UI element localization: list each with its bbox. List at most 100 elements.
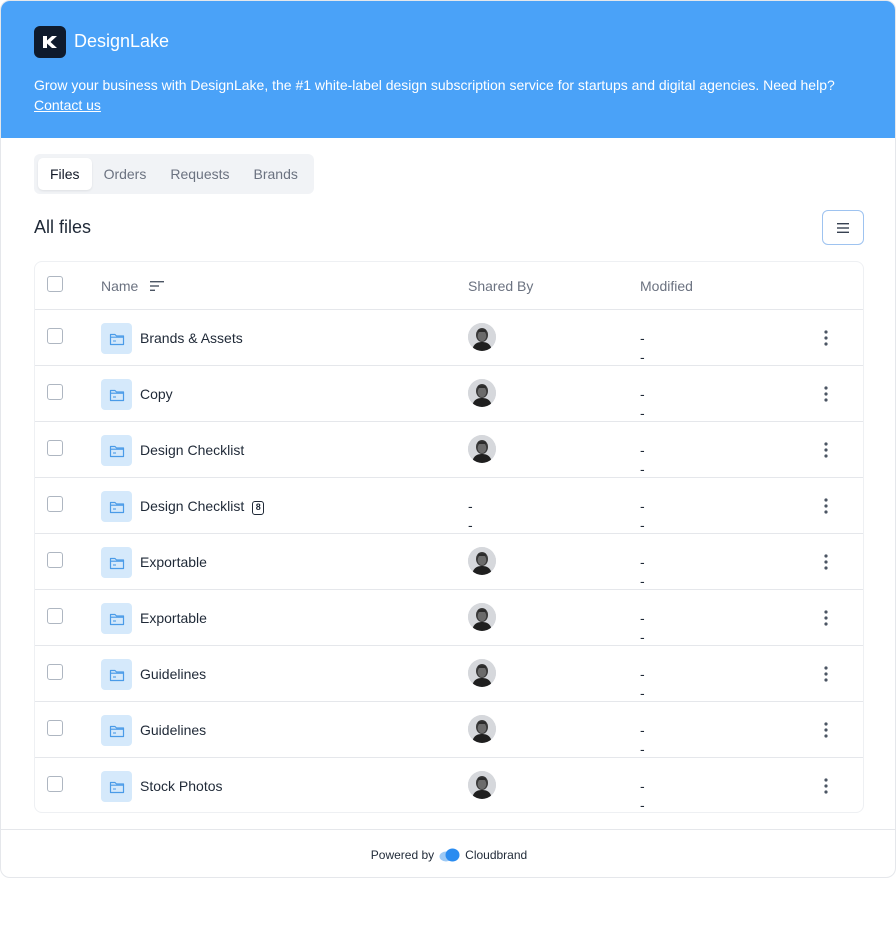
kebab-menu-icon[interactable] xyxy=(816,383,836,405)
row-checkbox[interactable] xyxy=(47,608,63,624)
avatar xyxy=(468,379,496,407)
contact-us-link[interactable]: Contact us xyxy=(34,97,101,113)
avatar xyxy=(468,659,496,687)
modified-value: - xyxy=(640,330,645,346)
folder-icon xyxy=(101,771,132,802)
hamburger-menu-icon xyxy=(837,222,849,233)
kebab-menu-icon[interactable] xyxy=(816,663,836,685)
tab-orders[interactable]: Orders xyxy=(92,158,159,190)
kebab-menu-icon[interactable] xyxy=(816,719,836,741)
modified-value: - xyxy=(640,442,645,458)
column-header-name-label: Name xyxy=(101,278,139,294)
kebab-menu-icon[interactable] xyxy=(816,327,836,349)
table-row[interactable]: Stock Photos - - xyxy=(35,758,863,813)
cloudbrand-name: Cloudbrand xyxy=(465,847,528,862)
cloudbrand-logo-icon xyxy=(439,848,460,861)
kebab-menu-icon[interactable] xyxy=(816,439,836,461)
folder-icon xyxy=(101,379,132,410)
row-checkbox[interactable] xyxy=(47,720,63,736)
table-row[interactable]: Design Checklist - - xyxy=(35,422,863,478)
modified-value: - xyxy=(640,610,645,626)
file-name[interactable]: Brands & Assets xyxy=(140,330,243,346)
file-name-label: Exportable xyxy=(140,554,207,570)
modified-value-secondary: - xyxy=(640,797,645,813)
row-checkbox[interactable] xyxy=(47,384,63,400)
row-checkbox[interactable] xyxy=(47,776,63,792)
file-name-label: Guidelines xyxy=(140,722,207,738)
table-row[interactable]: Design Checklist 8 - - - - xyxy=(35,478,863,534)
modified-value-secondary: - xyxy=(640,685,645,701)
modified-value-secondary: - xyxy=(640,573,645,589)
folder-icon xyxy=(101,491,132,522)
row-checkbox[interactable] xyxy=(47,328,63,344)
kebab-menu-icon[interactable] xyxy=(816,495,836,517)
tab-requests[interactable]: Requests xyxy=(158,158,241,190)
table-row[interactable]: Exportable - - xyxy=(35,534,863,590)
modified-value: - xyxy=(640,722,645,738)
folder-icon xyxy=(101,435,132,466)
header-banner: DesignLake Grow your business with Desig… xyxy=(1,1,895,138)
table-row[interactable]: Exportable - - xyxy=(35,590,863,646)
select-all-checkbox[interactable] xyxy=(47,276,63,292)
version-badge: 8 xyxy=(252,501,265,515)
files-table: Name Shared By Modified Brands & Assets -… xyxy=(34,261,864,813)
avatar xyxy=(468,771,496,799)
table-row[interactable]: Brands & Assets - - xyxy=(35,310,863,366)
file-name[interactable]: Exportable xyxy=(140,610,207,626)
table-header: Name Shared By Modified xyxy=(35,262,863,310)
file-name[interactable]: Stock Photos xyxy=(140,778,223,794)
row-checkbox[interactable] xyxy=(47,440,63,456)
file-name[interactable]: Copy xyxy=(140,386,173,402)
avatar xyxy=(468,323,496,351)
folder-icon xyxy=(101,547,132,578)
tab-brands[interactable]: Brands xyxy=(242,158,310,190)
app-card: DesignLake Grow your business with Desig… xyxy=(0,0,896,878)
file-name-label: Brands & Assets xyxy=(140,330,243,346)
file-name[interactable]: Design Checklist xyxy=(140,442,244,458)
modified-value-secondary: - xyxy=(640,517,645,533)
table-row[interactable]: Copy - - xyxy=(35,366,863,422)
tab-files[interactable]: Files xyxy=(38,158,92,190)
modified-value: - xyxy=(640,554,645,570)
tab-bar: Files Orders Requests Brands xyxy=(34,154,314,194)
designlake-logo-icon xyxy=(34,26,66,58)
file-name-label: Design Checklist xyxy=(140,498,245,514)
modified-value: - xyxy=(640,498,645,514)
row-checkbox[interactable] xyxy=(47,552,63,568)
row-checkbox[interactable] xyxy=(47,664,63,680)
page-title: All files xyxy=(34,217,92,237)
column-header-shared-by[interactable]: Shared By xyxy=(468,278,533,294)
column-header-name[interactable]: Name xyxy=(101,278,165,294)
powered-by-label: Powered by xyxy=(370,847,435,862)
avatar xyxy=(468,603,496,631)
kebab-menu-icon[interactable] xyxy=(816,775,836,797)
table-row[interactable]: Guidelines - - xyxy=(35,646,863,702)
shared-by-empty-secondary: - xyxy=(468,517,473,533)
file-name[interactable]: Exportable xyxy=(140,554,207,570)
modified-value: - xyxy=(640,666,645,682)
modified-value-secondary: - xyxy=(640,741,645,757)
banner-message-text: Grow your business with DesignLake, the … xyxy=(34,77,835,93)
modified-value-secondary: - xyxy=(640,349,645,365)
sort-icon[interactable] xyxy=(150,280,165,292)
table-row[interactable]: Guidelines - - xyxy=(35,702,863,758)
cloudbrand-link[interactable]: Cloudbrand xyxy=(439,848,527,862)
file-name-label: Guidelines xyxy=(140,666,207,682)
modified-value: - xyxy=(640,386,645,402)
row-checkbox[interactable] xyxy=(47,496,63,512)
file-name[interactable]: Guidelines xyxy=(140,666,206,682)
file-name[interactable]: Guidelines xyxy=(140,722,206,738)
file-name-label: Exportable xyxy=(140,610,207,626)
modified-value-secondary: - xyxy=(640,405,645,421)
kebab-menu-icon[interactable] xyxy=(816,607,836,629)
modified-value: - xyxy=(640,778,645,794)
shared-by-empty: - xyxy=(468,498,473,514)
file-name[interactable]: Design Checklist 8 xyxy=(140,498,265,515)
kebab-menu-icon[interactable] xyxy=(816,551,836,573)
file-name-label: Copy xyxy=(140,386,173,402)
view-menu-button[interactable] xyxy=(822,210,864,245)
column-header-modified[interactable]: Modified xyxy=(640,278,693,294)
avatar xyxy=(468,435,496,463)
banner-message: Grow your business with DesignLake, the … xyxy=(34,75,874,115)
brand-name: DesignLake xyxy=(74,31,170,51)
